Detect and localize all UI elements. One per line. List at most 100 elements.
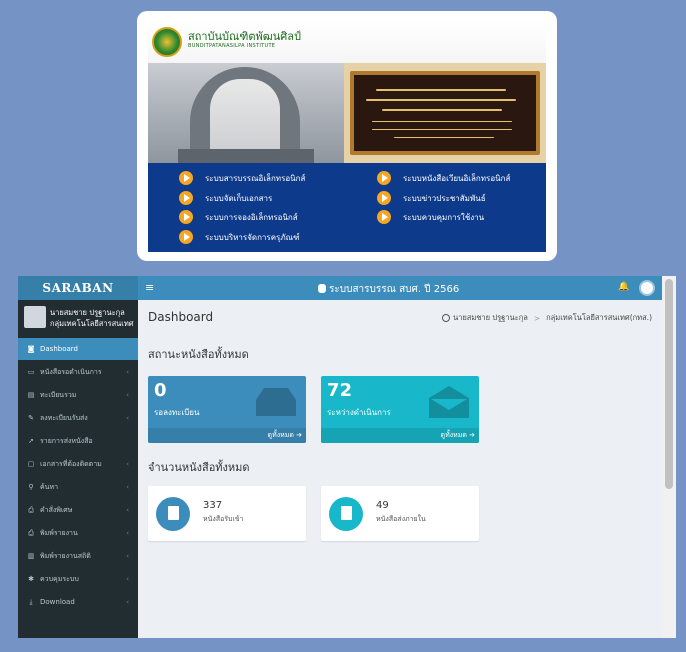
chevron-left-icon: ‹ [126,391,129,399]
portal-menu-label: ระบบควบคุมการใช้งาน [403,212,485,222]
sidebar-item-dashboard[interactable]: ◙ Dashboard [18,338,138,360]
portal-menu-item[interactable]: ระบบบริหารจัดการครุภัณฑ์ [179,229,300,245]
info-label: หนังสือรับเข้า [203,515,244,523]
statue-base [178,149,314,163]
portal-menu-item[interactable]: ระบบควบคุมการใช้งาน [377,209,484,225]
top-navbar: ≡ ระบบสารบรรณ สบศ. ปี 2566 🔔 [138,276,662,300]
breadcrumb-group: กลุ่มเทคโนโลยีสารสนเทศ(กทส.) [546,313,652,322]
report-icon: ⎙ [28,528,34,537]
sidebar-item-7[interactable]: ⎙ คำสั่งพิเศษ ‹ [18,499,138,521]
user-menu-avatar[interactable] [639,280,655,296]
sidebar-item-5[interactable]: ▢ เอกสารที่ต้องติดตาม ‹ [18,453,138,475]
inbox-icon: ▭ [27,368,35,376]
sign-frame [350,71,540,155]
document-shape [168,506,179,520]
sidebar-item-label: ลงทะเบียนรับส่ง [40,413,88,422]
portal-menu-label: ระบบข่าวประชาสัมพันธ์ [403,193,486,203]
dashboard-icon: ◙ [27,345,35,353]
institute-seal-icon [152,27,182,57]
saraban-app: SARABAN นายสมชาย ปรูฐานะกุล กลุ่มเทคโนโล… [18,276,676,638]
portal-menu-item[interactable]: ระบบข่าวประชาสัมพันธ์ [377,190,486,206]
user-group: กลุ่มเทคโนโลยีสารสนเทศ [50,319,134,328]
portal-menu-item[interactable]: ระบบสารบรรณอิเล็กทรอนิกส์ [179,170,305,186]
play-icon [377,210,391,224]
sign-line [394,137,494,138]
breadcrumb-separator: > [533,313,541,323]
portal-inner: สถาบันบัณฑิตพัฒนศิลป์ BUNDITPATANASILPA … [148,21,546,252]
user-panel: นายสมชาย ปรูฐานะกุล กลุ่มเทคโนโลยีสารสนเ… [18,300,138,338]
sidebar-item-10[interactable]: ✱ ควบคุมระบบ ‹ [18,568,138,590]
sidebar-item-label: หนังสือรอดำเนินการ [40,367,102,376]
view-all-link[interactable]: ดูทั้งหมด ➔ [148,428,306,443]
portal-menu-label: ระบบบริหารจัดการครุภัณฑ์ [205,232,300,242]
portal-menu-label: ระบบจัดเก็บเอกสาร [205,193,273,203]
sidebar-item-label: พิมพ์รายงาน [40,528,78,537]
sidebar-item-label: ค้นหา [40,482,59,491]
scrollbar-thumb[interactable] [665,279,673,489]
scrollbar[interactable] [662,276,676,638]
sidebar-item-11[interactable]: ⤓ Download ‹ [18,591,138,613]
user-circle-icon [442,314,451,322]
info-box-internal: 49 หนังสือส่งภายใน [321,486,479,541]
page-title: Dashboard [148,310,214,324]
info-box-received: 337 หนังสือรับเข้า [148,486,306,541]
info-count: 337 [203,500,223,511]
chevron-left-icon: ‹ [126,529,129,537]
breadcrumb-user[interactable]: นายสมชาย ปรูฐานะกุล [453,312,528,324]
sidebar-item-label: คำสั่งพิเศษ [40,505,73,514]
institute-name-en: BUNDITPATANASILPA INSTITUTE [188,43,276,49]
gear-icon: ✱ [28,575,34,583]
edit-icon: ✎ [28,414,34,422]
sidebar-item-label: ทะเบียนรวม [40,390,77,399]
portal-menu-label: ระบบหนังสือเวียนอิเล็กทรอนิกส์ [403,173,511,183]
sidebar-item-1[interactable]: ▭ หนังสือรอดำเนินการ ‹ [18,361,138,383]
status-box-in-progress: 72 ระหว่างดำเนินการ ดูทั้งหมด ➔ [321,376,479,443]
sign-line [366,99,516,101]
sidebar-item-label: รายการส่งหนังสือ [40,436,93,445]
sign-line [382,109,502,111]
section-count-title: จำนวนหนังสือทั้งหมด [148,461,250,474]
portal-menu-item[interactable]: ระบบหนังสือเวียนอิเล็กทรอนิกส์ [377,170,510,186]
status-label: รอลงทะเบียน [154,408,200,417]
play-icon [179,230,193,244]
app-logo[interactable]: SARABAN [18,276,138,300]
view-all-link[interactable]: ดูทั้งหมด ➔ [321,428,479,443]
chevron-left-icon: ‹ [126,552,129,560]
sidebar-item-2[interactable]: ▤ ทะเบียนรวม ‹ [18,384,138,406]
portal-menu: ระบบสารบรรณอิเล็กทรอนิกส์ ระบบหนังสือเวี… [148,163,546,252]
chevron-left-icon: ‹ [126,460,129,468]
search-icon: ⚲ [28,483,34,491]
sign-line [376,89,506,91]
bookmark-icon: ▢ [27,460,35,468]
sidebar-item-label: Download [40,598,75,606]
breadcrumb: นายสมชาย ปรูฐานะกุล > กลุ่มเทคโนโลยีสารส… [442,312,652,324]
chart-icon: ▥ [27,552,35,560]
inbox-icon [256,388,296,416]
play-icon [377,171,391,185]
send-icon: ➚ [28,437,34,445]
statue-photo [148,63,344,163]
sidebar-item-8[interactable]: ⎙ พิมพ์รายงาน ‹ [18,522,138,544]
play-icon [179,210,193,224]
portal-menu-label: ระบบการจองอิเล็กทรอนิกส์ [205,212,298,222]
chevron-left-icon: ‹ [126,575,129,583]
sidebar: SARABAN นายสมชาย ปรูฐานะกุล กลุ่มเทคโนโล… [18,276,138,638]
portal-menu-item[interactable]: ระบบจัดเก็บเอกสาร [179,190,272,206]
play-icon [179,191,193,205]
chevron-left-icon: ‹ [126,598,129,606]
sidebar-item-4[interactable]: ➚ รายการส่งหนังสือ [18,430,138,452]
sign-line [372,129,512,130]
sidebar-item-3[interactable]: ✎ ลงทะเบียนรับส่ง ‹ [18,407,138,429]
bell-icon[interactable]: 🔔 [618,282,629,292]
chevron-left-icon: ‹ [126,506,129,514]
menu-toggle-icon[interactable]: ≡ [145,281,154,294]
main-content: Dashboard นายสมชาย ปรูฐานะกุล > กลุ่มเทค… [138,300,662,638]
status-box-waiting: 0 รอลงทะเบียน ดูทั้งหมด ➔ [148,376,306,443]
portal-menu-item[interactable]: ระบบการจองอิเล็กทรอนิกส์ [179,209,298,225]
database-icon [318,284,326,293]
chevron-left-icon: ‹ [126,483,129,491]
sidebar-item-9[interactable]: ▥ พิมพ์รายงานสถิติ ‹ [18,545,138,567]
sidebar-item-6[interactable]: ⚲ ค้นหา ‹ [18,476,138,498]
info-count: 49 [376,500,389,511]
download-icon: ⤓ [29,597,33,606]
